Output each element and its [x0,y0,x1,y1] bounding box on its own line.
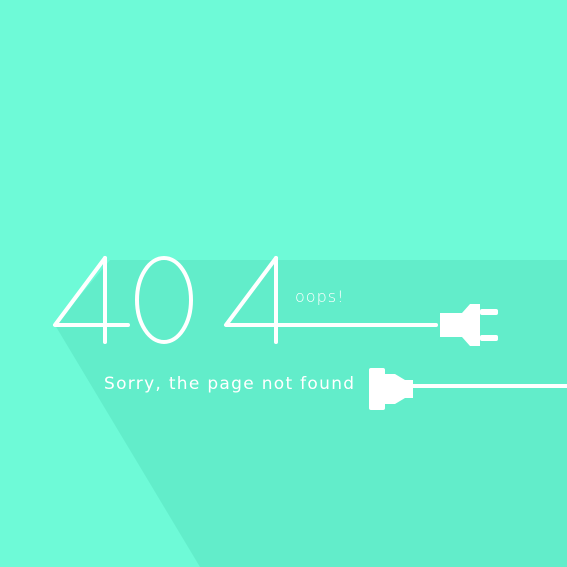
not-found-message: Sorry, the page not found [104,374,356,394]
error-page: 404 oops! Sorry, the page not found [0,0,567,567]
power-socket-icon [369,368,567,410]
oops-label: oops! [295,287,345,306]
